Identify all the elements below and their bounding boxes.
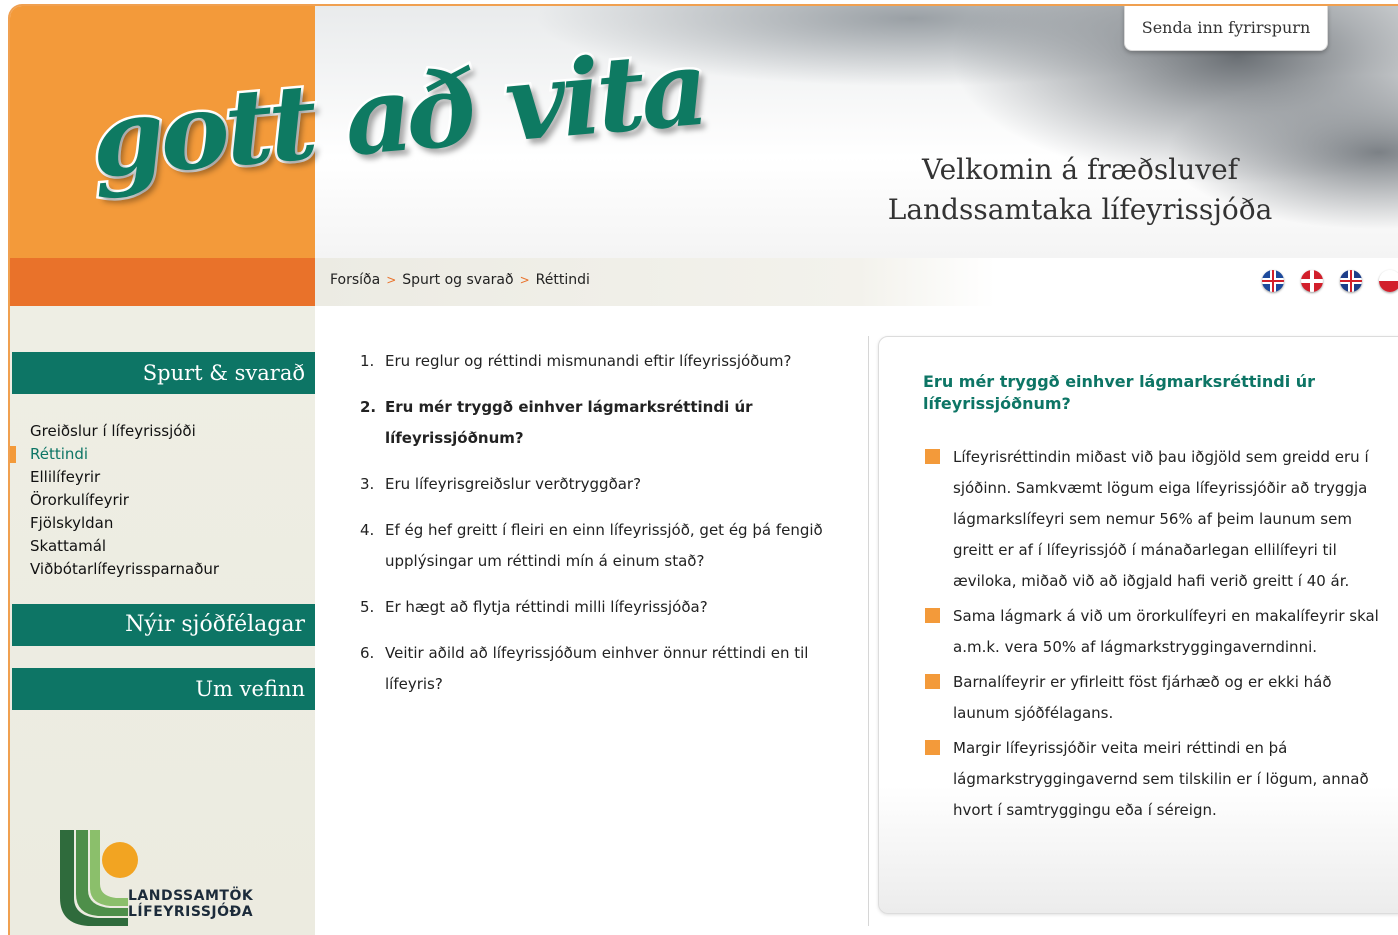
sidebar-item-rights[interactable]: Réttindi bbox=[10, 443, 315, 466]
welcome-line-2: Landssamtaka lífeyrissjóða bbox=[887, 193, 1273, 226]
question-item[interactable]: 1. Eru reglur og réttindi mismunandi efti… bbox=[360, 346, 850, 377]
sidebar-item-taxes[interactable]: Skattamál bbox=[10, 535, 315, 558]
language-selector bbox=[1262, 270, 1398, 294]
sidebar-nav: Greiðslur í lífeyrissjóði Réttindi Ellil… bbox=[10, 420, 315, 581]
question-text: Eru reglur og réttindi mismunandi eftir … bbox=[385, 352, 792, 370]
poland-flag-icon[interactable] bbox=[1379, 270, 1398, 292]
sidebar-heading-new-members[interactable]: Nýir sjóðfélagar bbox=[12, 604, 315, 646]
question-item[interactable]: 3. Eru lífeyrisgreiðslur verðtryggðar? bbox=[360, 469, 850, 500]
answer-bullet: Margir lífeyrissjóðir veita meiri réttin… bbox=[925, 733, 1385, 826]
question-text: Veitir aðild að lífeyrissjóðum einhver ö… bbox=[385, 644, 809, 693]
question-number: 3. bbox=[360, 475, 375, 493]
welcome-heading: Velkomin á fræðsluvef Landssamtaka lífey… bbox=[870, 150, 1290, 230]
sidebar-item-family[interactable]: Fjölskyldan bbox=[10, 512, 315, 535]
content-divider bbox=[868, 336, 869, 926]
breadcrumb-separator: > bbox=[519, 273, 530, 287]
sidebar-item-payments[interactable]: Greiðslur í lífeyrissjóði bbox=[10, 420, 315, 443]
sidebar-item-old-age-pension[interactable]: Ellilífeyrir bbox=[10, 466, 315, 489]
iceland-flag-icon[interactable] bbox=[1262, 270, 1284, 292]
breadcrumb-separator: > bbox=[386, 273, 397, 287]
question-text: Ef ég hef greitt í fleiri en einn lífeyr… bbox=[385, 521, 823, 570]
answer-bullet: Barnalífeyrir er yfirleitt föst fjárhæð … bbox=[925, 667, 1385, 729]
question-number: 1. bbox=[360, 352, 375, 370]
orange-bar bbox=[10, 258, 315, 306]
question-item[interactable]: 5. Er hægt að flytja réttindi milli lífey… bbox=[360, 592, 850, 623]
page-frame: gott að vita Senda inn fyrirspurn Velkom… bbox=[8, 4, 1398, 935]
sidebar-item-disability-pension[interactable]: Örorkulífeyrir bbox=[10, 489, 315, 512]
question-item[interactable]: 4. Ef ég hef greitt í fleiri en einn lífe… bbox=[360, 515, 850, 577]
denmark-flag-icon[interactable] bbox=[1301, 270, 1323, 292]
answer-panel: Eru mér tryggð einhver lágmarksréttindi … bbox=[878, 336, 1398, 914]
breadcrumb-current: Réttindi bbox=[535, 272, 590, 288]
uk-flag-icon[interactable] bbox=[1340, 270, 1362, 292]
question-item[interactable]: 6. Veitir aðild að lífeyrissjóðum einhver… bbox=[360, 638, 850, 700]
question-text: Er hægt að flytja réttindi milli lífeyri… bbox=[385, 598, 708, 616]
answer-title: Eru mér tryggð einhver lágmarksréttindi … bbox=[923, 372, 1316, 413]
question-number: 2. bbox=[360, 398, 377, 416]
question-number: 6. bbox=[360, 644, 375, 662]
question-text: Eru lífeyrisgreiðslur verðtryggðar? bbox=[385, 475, 642, 493]
answer-bullet: Lífeyrisréttindin miðast við þau iðgjöld… bbox=[925, 442, 1385, 597]
answer-bullets: Lífeyrisréttindin miðast við þau iðgjöld… bbox=[925, 442, 1385, 830]
organization-name: LANDSSAMTÖK LÍFEYRISSJÓÐA bbox=[128, 888, 253, 920]
breadcrumb-home[interactable]: Forsíða bbox=[330, 272, 380, 288]
question-number: 4. bbox=[360, 521, 375, 539]
question-number: 5. bbox=[360, 598, 375, 616]
org-name-line-2: LÍFEYRISSJÓÐA bbox=[128, 904, 254, 920]
welcome-line-1: Velkomin á fræðsluvef bbox=[921, 153, 1239, 186]
sidebar-heading-about[interactable]: Um vefinn bbox=[12, 668, 315, 710]
org-name-line-1: LANDSSAMTÖK bbox=[128, 888, 254, 904]
question-text: Eru mér tryggð einhver lágmarksréttindi … bbox=[385, 398, 753, 447]
question-item-active[interactable]: 2. Eru mér tryggð einhver lágmarksréttind… bbox=[360, 392, 850, 454]
sidebar-item-supplementary-savings[interactable]: Viðbótarlífeyrissparnaður bbox=[10, 558, 315, 581]
answer-bullet: Sama lágmark á við um örorkulífeyri en m… bbox=[925, 601, 1385, 663]
sidebar-heading-qa[interactable]: Spurt & svarað bbox=[12, 352, 315, 394]
question-list: 1. Eru reglur og réttindi mismunandi efti… bbox=[360, 346, 850, 715]
send-inquiry-button[interactable]: Senda inn fyrirspurn bbox=[1124, 6, 1328, 51]
breadcrumb: Forsíða > Spurt og svarað > Réttindi bbox=[330, 272, 590, 288]
breadcrumb-qa[interactable]: Spurt og svarað bbox=[402, 272, 513, 288]
